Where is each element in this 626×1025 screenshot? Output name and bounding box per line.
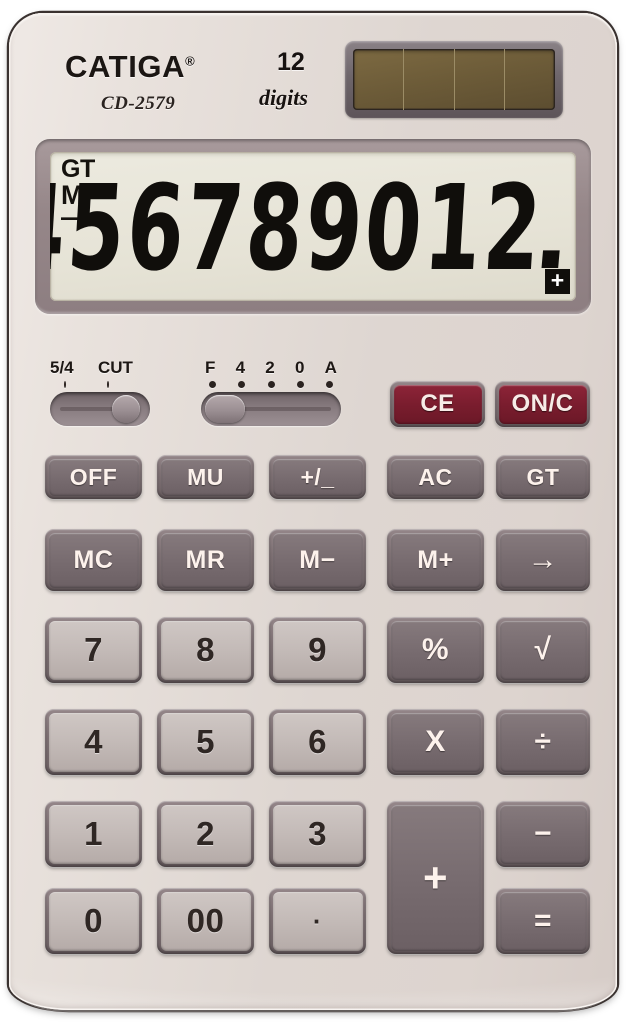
- solar-cells: [353, 49, 555, 110]
- key-on-c[interactable]: ON/C: [495, 381, 590, 427]
- key-5[interactable]: 5: [157, 709, 254, 775]
- model-number: CD-2579: [101, 93, 175, 115]
- key-gt[interactable]: GT: [496, 455, 590, 499]
- registered-mark-icon: ®: [185, 54, 195, 69]
- decimal-switch-track[interactable]: [201, 392, 341, 426]
- key-equals[interactable]: =: [496, 888, 590, 954]
- brand-name: CATIGA®: [65, 49, 195, 85]
- solar-cell: [404, 49, 455, 110]
- rounding-switch-track[interactable]: [50, 392, 150, 426]
- lcd-screen: GT M — 123456789012 . +: [50, 152, 576, 301]
- key-divide[interactable]: ÷: [496, 709, 590, 775]
- solar-panel: [345, 41, 563, 118]
- key-percent[interactable]: %: [387, 617, 484, 683]
- lcd-value-area: 123456789012 .: [106, 156, 570, 299]
- decimal-switch[interactable]: F 4 2 0 A: [201, 358, 341, 426]
- rounding-switch[interactable]: 5/4 CUT: [50, 358, 150, 426]
- digit-count-label: digits: [259, 85, 308, 111]
- rounding-switch-labels: 5/4 CUT: [50, 358, 150, 378]
- rounding-label-54: 5/4: [50, 358, 98, 378]
- solar-cell: [353, 49, 404, 110]
- key-2[interactable]: 2: [157, 801, 254, 867]
- decimal-label-f: F: [205, 358, 215, 378]
- key-sign-toggle[interactable]: +/_: [269, 455, 366, 499]
- decimal-label-2: 2: [265, 358, 274, 378]
- key-memory-plus[interactable]: M+: [387, 529, 484, 591]
- solar-cell: [455, 49, 506, 110]
- key-0[interactable]: 0: [45, 888, 142, 954]
- key-ac[interactable]: AC: [387, 455, 484, 499]
- key-mc[interactable]: MC: [45, 529, 142, 591]
- rounding-switch-knob[interactable]: [112, 395, 140, 423]
- solar-cell: [505, 49, 555, 110]
- decimal-switch-dots: [201, 381, 341, 388]
- decimal-label-0: 0: [295, 358, 304, 378]
- key-6[interactable]: 6: [269, 709, 366, 775]
- calculator-body: CATIGA® CD-2579 12 digits GT M — 1234567…: [9, 13, 617, 1010]
- key-off[interactable]: OFF: [45, 455, 142, 499]
- key-square-root[interactable]: √: [496, 617, 590, 683]
- key-double-zero[interactable]: 00: [157, 888, 254, 954]
- key-4[interactable]: 4: [45, 709, 142, 775]
- key-mu[interactable]: MU: [157, 455, 254, 499]
- key-3[interactable]: 3: [269, 801, 366, 867]
- decimal-label-a: A: [325, 358, 337, 378]
- brand-header: CATIGA® CD-2579 12 digits: [53, 43, 353, 135]
- rounding-switch-dots: [50, 381, 150, 388]
- decimal-switch-knob[interactable]: [205, 395, 245, 423]
- key-decimal-point[interactable]: ·: [269, 888, 366, 954]
- rounding-label-cut: CUT: [98, 358, 133, 378]
- sign-indicator: +: [545, 269, 570, 294]
- digit-count: 12: [277, 48, 305, 77]
- key-ce[interactable]: CE: [390, 381, 485, 427]
- key-1[interactable]: 1: [45, 801, 142, 867]
- key-multiply[interactable]: X: [387, 709, 484, 775]
- key-9[interactable]: 9: [269, 617, 366, 683]
- key-minus[interactable]: −: [496, 801, 590, 867]
- lcd-digits: 123456789012: [50, 169, 547, 287]
- lcd-bezel: GT M — 123456789012 . +: [35, 139, 591, 314]
- key-8[interactable]: 8: [157, 617, 254, 683]
- decimal-label-4: 4: [236, 358, 245, 378]
- decimal-switch-labels: F 4 2 0 A: [201, 358, 341, 378]
- key-backspace-arrow[interactable]: →: [496, 529, 590, 591]
- key-7[interactable]: 7: [45, 617, 142, 683]
- key-mr[interactable]: MR: [157, 529, 254, 591]
- key-memory-minus[interactable]: M−: [269, 529, 366, 591]
- key-plus[interactable]: +: [387, 801, 484, 954]
